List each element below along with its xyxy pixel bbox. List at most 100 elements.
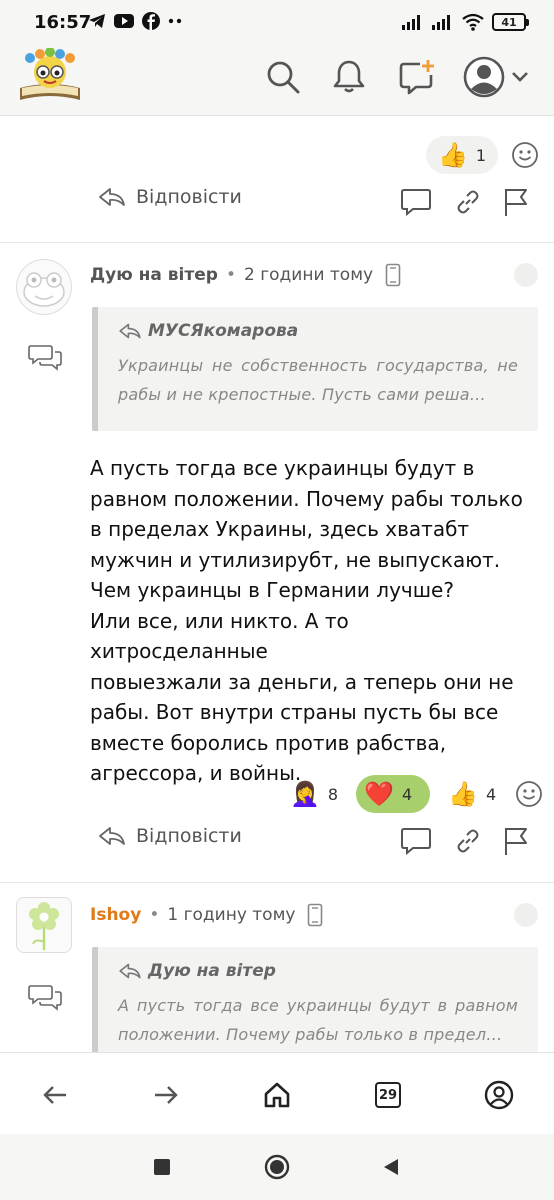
comment-body: А пусть тогда все украинцы будут в равно… [90, 453, 530, 789]
reaction-heart[interactable]: ❤️ 4 [356, 775, 431, 813]
link-icon [457, 190, 479, 214]
comment-author[interactable]: Ishoy [90, 905, 141, 925]
comment-line: Чем украинцы в Германии лучше? [90, 578, 454, 602]
account-icon [484, 1080, 514, 1110]
telegram-icon [89, 14, 105, 28]
copy-link-button[interactable] [450, 823, 486, 859]
link-icon [457, 829, 479, 853]
notification-icons [88, 12, 182, 30]
quote-text: А пусть тогда все украинцы будут в равно… [118, 996, 518, 1044]
reply-button[interactable]: Відповісти [98, 186, 242, 208]
home-button[interactable] [255, 1073, 299, 1117]
user-avatar-icon [463, 56, 505, 98]
thread-icon[interactable] [28, 983, 62, 1011]
comment-line: вместе боролись против рабства, [90, 730, 447, 755]
arrow-left-icon [43, 1086, 66, 1104]
comment-time[interactable]: 1 годину тому [167, 905, 295, 925]
tabs-button[interactable]: 29 [366, 1073, 410, 1117]
speech-bubble-icon [401, 828, 431, 856]
back-button[interactable] [33, 1073, 77, 1117]
reply-button[interactable]: Відповісти [98, 825, 242, 847]
wifi-icon [462, 13, 484, 31]
separator-dot: • [149, 905, 160, 925]
system-back-button[interactable] [378, 1154, 404, 1180]
browser-toolbar: 29 [0, 1052, 554, 1134]
square-icon [154, 1159, 170, 1175]
flag-icon [505, 189, 527, 216]
comment-line: мужчин и утилизирубт, не выпускают. [90, 547, 501, 572]
comment-button[interactable] [398, 184, 434, 220]
reaction-like[interactable]: 👍 4 [442, 775, 502, 813]
triangle-back-icon [384, 1159, 398, 1175]
system-navigation-bar [0, 1134, 554, 1200]
app-header [0, 44, 554, 116]
quoted-comment[interactable]: Дую на вітер А пусть тогда все украинцы … [92, 947, 538, 1052]
search-button[interactable] [262, 56, 304, 98]
comment-menu-button[interactable] [514, 263, 538, 287]
quoted-comment[interactable]: МУСЯкомарова Украинцы не собственность г… [92, 307, 538, 431]
search-icon [267, 61, 300, 94]
notifications-button[interactable] [328, 56, 370, 98]
reaction-count: 8 [327, 784, 339, 804]
quote-author: МУСЯкомарова [148, 321, 299, 341]
bell-icon [333, 60, 365, 93]
copy-link-button[interactable] [450, 184, 486, 220]
reaction-count: 1 [475, 145, 487, 165]
smiley-icon [512, 142, 538, 168]
tabs-count: 29 [375, 1082, 401, 1108]
quote-author: Дую на вітер [148, 961, 276, 981]
avatar[interactable] [16, 259, 72, 315]
comment-line: повыезжали за деньги, а теперь они не [90, 669, 514, 694]
comment-line: А пусть тогда все украинцы будут в [90, 456, 475, 480]
reactions-row: 👍 1 [426, 136, 540, 174]
speech-bubble-icon [401, 189, 431, 217]
report-button[interactable] [498, 184, 534, 220]
avatar[interactable] [16, 897, 72, 953]
comment-menu-button[interactable] [514, 903, 538, 927]
more-dots-icon [168, 18, 182, 24]
separator-dot: • [225, 265, 236, 285]
comment-item: Ishoy • 1 годину тому Дую на вітер А пус… [0, 882, 554, 1052]
comment-time[interactable]: 2 години тому [244, 265, 373, 285]
quote-text: Украинцы не собственность государства, н… [118, 356, 518, 404]
recents-button[interactable] [149, 1154, 175, 1180]
site-logo[interactable] [16, 47, 84, 104]
comment-line: рабы. Вот внутри страны пусть бы все [90, 700, 499, 724]
mobile-icon [385, 263, 401, 287]
user-menu-button[interactable] [460, 56, 532, 98]
comments-feed[interactable]: 👍 1 Відповісти Дую на вітер • 2 години т… [0, 116, 554, 1052]
add-reaction-button[interactable] [510, 140, 540, 170]
new-post-button[interactable] [396, 56, 438, 98]
like-emoji: 👍 [448, 780, 479, 808]
reply-arrow-icon [99, 188, 125, 206]
add-reaction-button[interactable] [514, 779, 544, 809]
comment-line: Или все, или никто. А то хитросделанные [90, 608, 349, 664]
comment-meta: Ishoy • 1 годину тому [90, 903, 323, 927]
account-button[interactable] [477, 1073, 521, 1117]
status-time: 16:57 [34, 12, 92, 33]
comment-author[interactable]: Дую на вітер [90, 265, 218, 285]
report-button[interactable] [498, 823, 534, 859]
comment-button[interactable] [398, 823, 434, 859]
comment-actions: Відповісти [0, 180, 554, 224]
reply-label: Відповісти [136, 825, 242, 847]
reaction-like[interactable]: 👍 1 [426, 136, 499, 174]
youtube-icon [114, 14, 134, 28]
flag-icon [505, 828, 527, 855]
reaction-count: 4 [401, 784, 413, 804]
reaction-facepalm[interactable]: 🤦‍♀️ 8 [284, 775, 344, 813]
comment-line: в пределах Украины, здесь хватабт [90, 517, 470, 541]
system-home-button[interactable] [264, 1154, 290, 1180]
comment-meta: Дую на вітер • 2 години тому [90, 263, 401, 287]
forward-button[interactable] [144, 1073, 188, 1117]
new-post-icon [399, 60, 434, 95]
like-emoji: 👍 [438, 141, 468, 169]
thread-icon[interactable] [28, 343, 62, 371]
comment-actions: Відповісти [0, 819, 554, 863]
reply-label: Відповісти [136, 186, 242, 208]
flower-avatar-icon [29, 902, 59, 950]
reply-arrow-icon [119, 963, 141, 979]
frog-avatar-icon [23, 272, 65, 307]
battery-level: 41 [501, 15, 517, 29]
facebook-icon [142, 12, 160, 30]
